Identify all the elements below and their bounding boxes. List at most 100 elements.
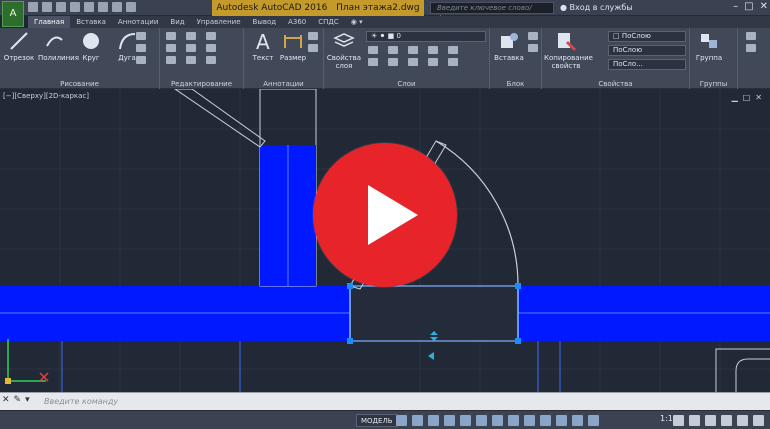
layer-unisolate-icon[interactable] xyxy=(388,58,398,66)
rectangle-icon[interactable] xyxy=(136,32,146,40)
viewport-minimize-icon[interactable]: ▁ xyxy=(732,93,738,102)
layer-properties-tool[interactable]: Свойства слоя xyxy=(326,30,362,70)
tab-spds[interactable]: СПДС xyxy=(312,16,345,28)
array-icon[interactable] xyxy=(206,56,216,64)
color-dropdown[interactable]: □ ПоСлою xyxy=(608,31,686,42)
restore-icon[interactable]: □ xyxy=(744,1,753,12)
redo-icon[interactable] xyxy=(112,2,122,12)
layer-isolate-icon[interactable] xyxy=(408,46,418,54)
object-snap-tracking-icon[interactable] xyxy=(476,415,487,426)
region-icon[interactable] xyxy=(136,56,146,64)
circle-tool[interactable]: Круг xyxy=(74,30,108,62)
polar-icon[interactable] xyxy=(444,415,455,426)
model-space-button[interactable]: МОДЕЛЬ xyxy=(356,414,398,427)
mirror-icon[interactable] xyxy=(186,44,196,52)
layer-match-icon[interactable] xyxy=(368,46,378,54)
grip-point[interactable] xyxy=(515,338,521,344)
viewport-label[interactable]: [−][Сверху][2D-каркас] xyxy=(3,92,89,100)
tab-insert[interactable]: Вставка xyxy=(70,16,112,28)
layer-freeze-icon[interactable] xyxy=(428,46,438,54)
layer-previous-icon[interactable] xyxy=(388,46,398,54)
annotate-plus-icon[interactable] xyxy=(689,415,700,426)
layer-off-icon[interactable] xyxy=(368,58,378,66)
annotation-monitor-icon[interactable] xyxy=(556,415,567,426)
polyline-tool[interactable]: Полилиния xyxy=(38,30,79,62)
table-icon[interactable] xyxy=(308,44,318,52)
clipboard-icon[interactable] xyxy=(746,44,756,52)
tab-output[interactable]: Вывод xyxy=(247,16,283,28)
auto-scale-icon[interactable] xyxy=(588,415,599,426)
snap-icon[interactable] xyxy=(412,415,423,426)
tab-manage[interactable]: Управление xyxy=(191,16,247,28)
layer-current-icon[interactable] xyxy=(448,58,458,66)
selection-cycling-icon[interactable] xyxy=(540,415,551,426)
transparency-icon[interactable] xyxy=(524,415,535,426)
copy-icon[interactable] xyxy=(166,44,176,52)
leader-icon[interactable] xyxy=(308,32,318,40)
print-icon[interactable] xyxy=(84,2,94,12)
workspace-switch-icon[interactable] xyxy=(673,415,684,426)
line-tool[interactable]: Отрезок xyxy=(2,30,36,62)
trim-icon[interactable] xyxy=(206,32,216,40)
annotation-visibility-icon[interactable] xyxy=(572,415,583,426)
customization-icon[interactable] xyxy=(753,415,764,426)
insert-block-tool[interactable]: Вставка xyxy=(492,30,526,62)
move-icon[interactable] xyxy=(166,32,176,40)
isolate-objects-icon[interactable] xyxy=(705,415,716,426)
door-leaf-upper xyxy=(174,89,266,148)
search-input[interactable]: Введите ключевое слово/фразу xyxy=(430,2,554,22)
grid-icon[interactable] xyxy=(396,415,407,426)
lineweight-dropdown[interactable]: ПоСло... xyxy=(608,59,686,70)
match-properties-tool[interactable]: Копирование свойств xyxy=(544,30,593,70)
edit-block-icon[interactable] xyxy=(528,44,538,52)
clean-screen-icon[interactable] xyxy=(737,415,748,426)
flip-arrow-icon[interactable] xyxy=(428,352,434,360)
undo-icon[interactable] xyxy=(98,2,108,12)
recent-commands-icon[interactable]: ▾ xyxy=(25,395,30,405)
video-play-button[interactable] xyxy=(313,143,457,287)
hatch-icon[interactable] xyxy=(136,44,146,52)
text-tool[interactable]: A Текст xyxy=(246,30,280,62)
grip-point[interactable] xyxy=(515,283,521,289)
viewport-close-icon[interactable]: ✕ xyxy=(755,93,762,102)
command-input[interactable]: Введите команду xyxy=(44,395,764,408)
object-snap-icon[interactable] xyxy=(492,415,503,426)
tab-annotate[interactable]: Аннотации xyxy=(112,16,164,28)
linetype-dropdown[interactable]: ПоСлою xyxy=(608,45,686,56)
fillet-icon[interactable] xyxy=(206,44,216,52)
ortho-icon[interactable] xyxy=(428,415,439,426)
save-icon[interactable] xyxy=(56,2,66,12)
lineweight-icon[interactable] xyxy=(508,415,519,426)
annotation-scale[interactable]: 1:1 xyxy=(660,414,673,423)
layer-dropdown[interactable]: ☀ ⚫ ■ 0 xyxy=(366,31,486,42)
grip-point[interactable] xyxy=(347,283,353,289)
layer-unlock-icon[interactable] xyxy=(428,58,438,66)
open-file-icon[interactable] xyxy=(42,2,52,12)
hardware-acceleration-icon[interactable] xyxy=(721,415,732,426)
sign-in-link[interactable]: ● Вход в службы xyxy=(560,0,633,16)
layer-lock-icon[interactable] xyxy=(448,46,458,54)
tab-home[interactable]: Главная xyxy=(28,16,71,28)
new-file-icon[interactable] xyxy=(28,2,38,12)
group-tool[interactable]: Группа xyxy=(692,30,726,62)
minimize-icon[interactable]: – xyxy=(733,1,738,12)
layer-thaw-icon[interactable] xyxy=(408,58,418,66)
scale-icon[interactable] xyxy=(186,56,196,64)
save-as-icon[interactable] xyxy=(70,2,80,12)
create-block-icon[interactable] xyxy=(528,32,538,40)
grip-point[interactable] xyxy=(347,338,353,344)
measure-icon[interactable] xyxy=(746,32,756,40)
dimension-tool[interactable]: Размер xyxy=(276,30,310,62)
application-menu-button[interactable]: A xyxy=(2,1,24,27)
rotate-icon[interactable] xyxy=(186,32,196,40)
viewport-maximize-icon[interactable]: □ xyxy=(743,93,751,102)
close-command-line-icon[interactable]: ✕ xyxy=(2,395,10,405)
customize-icon[interactable]: ✎ xyxy=(14,395,22,405)
workspace-icon[interactable] xyxy=(126,2,136,12)
tab-view[interactable]: Вид xyxy=(164,16,190,28)
tab-a360[interactable]: A360 xyxy=(282,16,312,28)
tab-more-icon[interactable]: ◉ ▾ xyxy=(345,16,369,28)
close-icon[interactable]: ✕ xyxy=(760,1,768,12)
stretch-icon[interactable] xyxy=(166,56,176,64)
isodraft-icon[interactable] xyxy=(460,415,471,426)
